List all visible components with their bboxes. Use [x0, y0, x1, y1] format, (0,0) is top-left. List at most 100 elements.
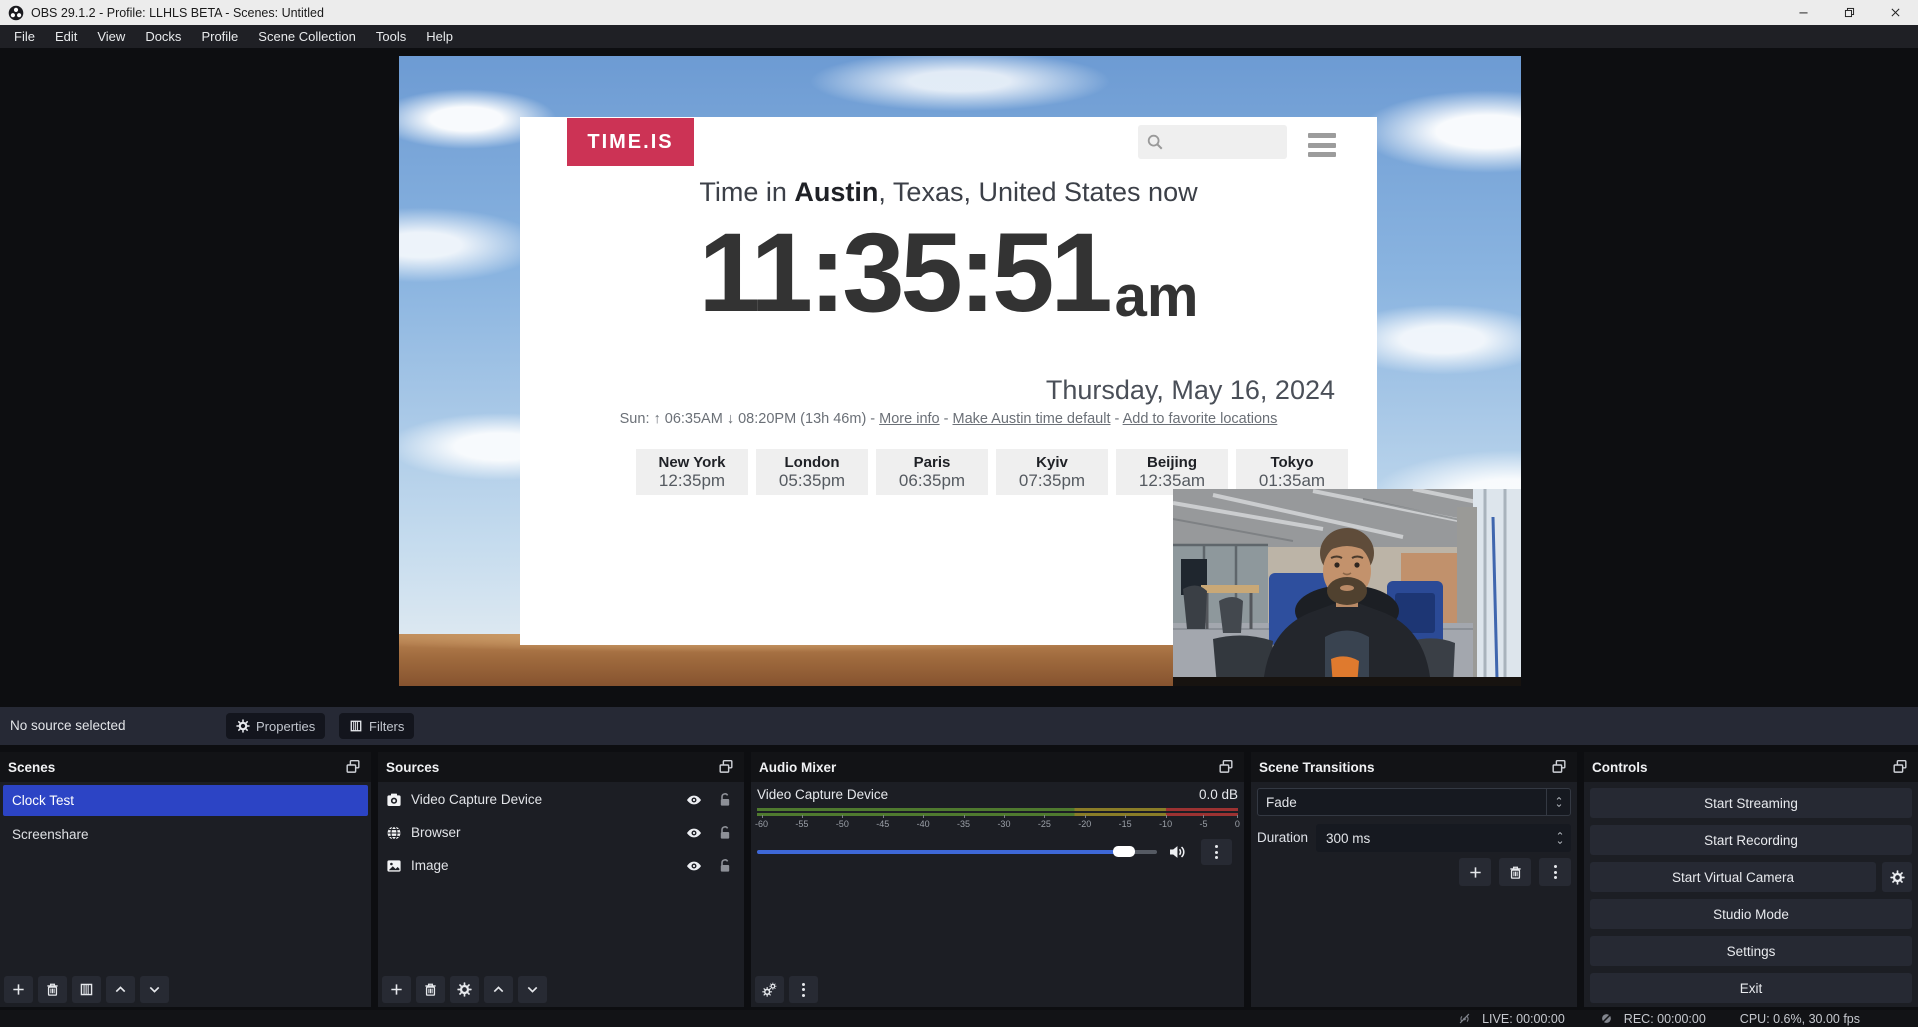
duration-row: Duration 300 ms — [1257, 824, 1571, 852]
plus-icon — [1468, 865, 1483, 880]
move-scene-down-button[interactable] — [140, 976, 169, 1003]
mute-button[interactable] — [1168, 842, 1190, 862]
detach-icon — [1551, 759, 1567, 774]
channel-options-button[interactable] — [1201, 839, 1232, 865]
trash-icon — [1508, 865, 1523, 880]
video-frame[interactable]: TIME.IS Time in Austin, Texas, United St… — [399, 56, 1521, 686]
kebab-icon — [1554, 865, 1557, 879]
menu-view[interactable]: View — [87, 25, 135, 48]
move-source-down-button[interactable] — [518, 976, 547, 1003]
date-display: Thursday, May 16, 2024 — [1046, 375, 1335, 406]
toggle-lock-button[interactable] — [714, 856, 736, 876]
remove-transition-button[interactable] — [1499, 858, 1531, 886]
mixer-options-button[interactable] — [789, 976, 818, 1003]
transitions-toolbar — [1459, 858, 1571, 886]
close-button[interactable] — [1872, 0, 1918, 25]
clock-display: 11:35:51 am — [520, 217, 1377, 329]
remove-source-button[interactable] — [416, 976, 445, 1003]
maximize-button[interactable] — [1826, 0, 1872, 25]
studio-mode-button[interactable]: Studio Mode — [1590, 899, 1912, 929]
scenes-panel: Scenes Clock Test Screenshare — [0, 752, 371, 1007]
filters-button[interactable]: Filters — [339, 713, 414, 739]
volume-slider[interactable] — [757, 850, 1157, 854]
transition-selected-value: Fade — [1258, 795, 1546, 810]
move-scene-up-button[interactable] — [106, 976, 135, 1003]
clock-digits: 11:35:51 — [699, 217, 1109, 329]
add-scene-button[interactable] — [4, 976, 33, 1003]
remove-scene-button[interactable] — [38, 976, 67, 1003]
source-item-browser[interactable]: Browser — [378, 817, 744, 848]
exit-button[interactable]: Exit — [1590, 973, 1912, 1003]
make-default-link: Make Austin time default — [953, 411, 1111, 427]
menu-scene-collection[interactable]: Scene Collection — [248, 25, 366, 48]
scenes-popout-button[interactable] — [345, 759, 363, 775]
live-timer: LIVE: 00:00:00 — [1482, 1012, 1565, 1026]
menu-docks[interactable]: Docks — [135, 25, 191, 48]
minimize-button[interactable] — [1780, 0, 1826, 25]
menu-profile[interactable]: Profile — [191, 25, 248, 48]
properties-button[interactable]: Properties — [226, 713, 325, 739]
transition-options-button[interactable] — [1539, 858, 1571, 886]
city-time-card: New York12:35pm — [636, 449, 748, 495]
move-source-up-button[interactable] — [484, 976, 513, 1003]
close-icon — [1889, 6, 1902, 19]
toggle-lock-button[interactable] — [714, 790, 736, 810]
controls-popout-button[interactable] — [1892, 759, 1910, 775]
mixer-popout-button[interactable] — [1218, 759, 1236, 775]
source-item-video-capture[interactable]: Video Capture Device — [378, 784, 744, 815]
no-source-selected-label: No source selected — [10, 707, 126, 745]
spinbox-arrows[interactable] — [1549, 830, 1571, 846]
mixer-level-value: 0.0 dB — [1199, 787, 1238, 802]
transition-select[interactable]: Fade — [1257, 788, 1571, 816]
chevron-up-icon — [1555, 830, 1565, 837]
clock-meridiem: am — [1115, 265, 1199, 329]
start-virtual-camera-button[interactable]: Start Virtual Camera — [1590, 862, 1876, 892]
menu-tools[interactable]: Tools — [366, 25, 416, 48]
toggle-lock-button[interactable] — [714, 823, 736, 843]
lock-icon — [717, 792, 733, 808]
virtual-camera-config-button[interactable] — [1882, 862, 1912, 892]
start-recording-button[interactable]: Start Recording — [1590, 825, 1912, 855]
page-heading: Time in Austin, Texas, United States now — [520, 177, 1377, 208]
volume-slider-handle[interactable] — [1113, 846, 1135, 857]
settings-button[interactable]: Settings — [1590, 936, 1912, 966]
duration-label: Duration — [1257, 824, 1308, 852]
advanced-audio-button[interactable] — [755, 976, 784, 1003]
toggle-visibility-button[interactable] — [683, 856, 705, 876]
city-time-card: London05:35pm — [756, 449, 868, 495]
plus-icon — [389, 982, 404, 997]
menu-help[interactable]: Help — [416, 25, 463, 48]
camera-icon — [386, 792, 402, 808]
kebab-icon — [1215, 845, 1218, 859]
duration-value: 300 ms — [1316, 831, 1549, 846]
transitions-popout-button[interactable] — [1551, 759, 1569, 775]
chevron-down-icon — [1554, 802, 1564, 809]
toggle-visibility-button[interactable] — [683, 823, 705, 843]
hamburger-menu-icon — [1308, 133, 1336, 157]
obs-window: OBS 29.1.2 - Profile: LLHLS BETA - Scene… — [0, 0, 1918, 1027]
image-icon — [386, 858, 402, 874]
scene-transitions-panel: Scene Transitions Fade Duration 300 ms — [1251, 752, 1577, 1007]
lock-icon — [717, 825, 733, 841]
webcam-video — [1173, 489, 1521, 686]
sources-popout-button[interactable] — [718, 759, 736, 775]
obs-logo-icon — [8, 5, 24, 21]
scene-item-clock-test[interactable]: Clock Test — [3, 785, 368, 816]
scene-filters-button[interactable] — [72, 976, 101, 1003]
duration-input[interactable]: 300 ms — [1316, 824, 1571, 852]
menu-file[interactable]: File — [4, 25, 45, 48]
source-properties-button[interactable] — [450, 976, 479, 1003]
menu-edit[interactable]: Edit — [45, 25, 87, 48]
city-time-card: Paris06:35pm — [876, 449, 988, 495]
more-info-link: More info — [879, 411, 939, 427]
scene-item-screenshare[interactable]: Screenshare — [3, 819, 368, 850]
live-status-icon — [1457, 1012, 1472, 1025]
source-item-image[interactable]: Image — [378, 850, 744, 881]
add-source-button[interactable] — [382, 976, 411, 1003]
chevron-down-icon — [1555, 839, 1565, 846]
start-streaming-button[interactable]: Start Streaming — [1590, 788, 1912, 818]
toggle-visibility-button[interactable] — [683, 790, 705, 810]
audio-mixer-header: Audio Mixer — [751, 752, 1244, 782]
detach-icon — [345, 759, 361, 774]
add-transition-button[interactable] — [1459, 858, 1491, 886]
